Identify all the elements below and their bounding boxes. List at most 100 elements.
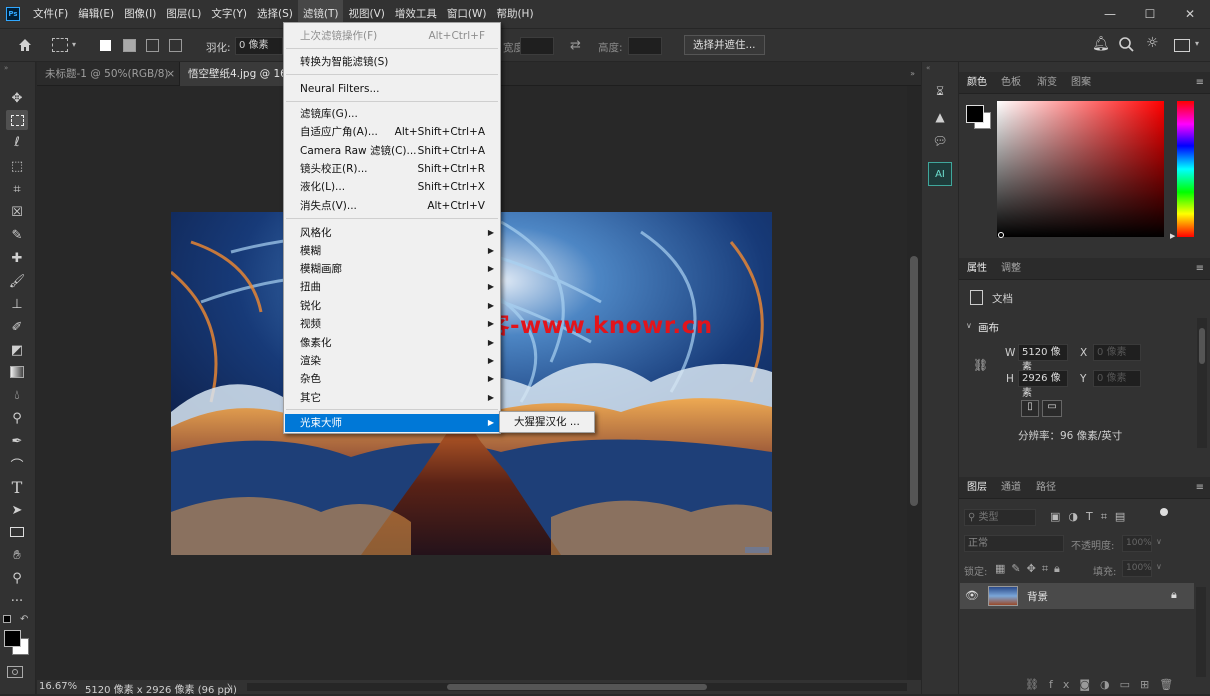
add-selection-icon[interactable] <box>123 39 136 52</box>
select-and-mask-button[interactable]: 选择并遮住... <box>684 35 765 55</box>
chevron-down-icon[interactable]: ▾ <box>72 40 76 49</box>
history-panel-icon[interactable]: ⏳︎ <box>930 82 950 100</box>
menu-layer[interactable]: 图层(L) <box>161 0 206 28</box>
lock-icons[interactable]: ▦✎✥⌗🔒︎ <box>995 562 1066 576</box>
tab-layers[interactable]: 图层 <box>967 477 987 499</box>
menu-item-beam-master[interactable]: 光束大师 ▶ <box>285 414 499 432</box>
path-select-tool-icon[interactable]: ➤ <box>6 500 28 520</box>
menu-item-camera-raw[interactable]: Camera Raw 滤镜(C)... Shift+Ctrl+A <box>285 142 499 160</box>
height-input[interactable] <box>628 37 662 55</box>
panel-menu-icon[interactable]: ≡ <box>1196 72 1204 94</box>
tab-patterns[interactable]: 图案 <box>1071 72 1091 94</box>
menu-item-noise[interactable]: 杂色 ▶ <box>285 370 499 388</box>
filter-toggle-icon[interactable] <box>1160 508 1168 516</box>
subtract-selection-icon[interactable] <box>146 39 159 52</box>
opacity-chevron-icon[interactable]: ∨ <box>1156 537 1162 546</box>
workspace-icon[interactable] <box>1174 39 1190 52</box>
layer-filter-icons[interactable]: ▣◑T⌗▤ <box>1050 510 1133 524</box>
tab-properties[interactable]: 属性 <box>967 258 987 280</box>
hand-tool-icon[interactable]: ✋︎ <box>6 545 28 565</box>
new-selection-icon[interactable] <box>100 40 111 51</box>
menu-item-video[interactable]: 视频 ▶ <box>285 315 499 333</box>
y-field[interactable]: 0 像素 <box>1093 370 1141 387</box>
portrait-icon[interactable]: ▯ <box>1021 400 1039 417</box>
menu-item-filter-gallery[interactable]: 滤镜库(G)... <box>285 105 499 123</box>
layer-actions-icons[interactable]: ⛓fx◙◑▭⊞🗑︎ <box>1025 678 1183 691</box>
pen-tool-icon[interactable]: ✒ <box>6 431 28 451</box>
panel-menu-icon[interactable]: ≡ <box>1196 477 1204 499</box>
width-field[interactable]: 5120 像素 <box>1018 344 1068 373</box>
lasso-tool-icon[interactable]: ℓ <box>6 132 28 152</box>
brush-tool-icon[interactable]: 🖌︎ <box>6 271 28 291</box>
menu-file[interactable]: 文件(F) <box>28 0 73 28</box>
minimize-button[interactable]: — <box>1090 0 1130 28</box>
close-button[interactable]: ✕ <box>1170 0 1210 28</box>
eraser-tool-icon[interactable]: ◩ <box>6 340 28 360</box>
color-picker-cursor[interactable] <box>998 232 1004 238</box>
tab-color[interactable]: 颜色 <box>967 72 987 94</box>
foreground-color-swatch[interactable] <box>4 630 21 647</box>
history-brush-tool-icon[interactable]: ✐ <box>6 317 28 337</box>
menu-item-liquify[interactable]: 液化(L)... Shift+Ctrl+X <box>285 178 499 196</box>
menu-item-distort[interactable]: 扭曲 ▶ <box>285 278 499 296</box>
menu-image[interactable]: 图像(I) <box>119 0 161 28</box>
tab-wukong[interactable]: 悟空壁纸4.jpg @ 16.7%(RGB/8) <box>180 62 290 86</box>
tab-gradients[interactable]: 渐变 <box>1037 72 1057 94</box>
status-arrow[interactable]: 〉 <box>227 680 237 695</box>
marquee-tool-icon[interactable] <box>6 110 28 130</box>
maximize-button[interactable]: ☐ <box>1130 0 1170 28</box>
bell-icon[interactable]: 🔔︎ <box>1092 36 1110 52</box>
hue-slider[interactable] <box>1177 101 1194 237</box>
pen-tool-2-icon[interactable]: ⌒ <box>6 454 28 474</box>
menu-edit[interactable]: 编辑(E) <box>73 0 119 28</box>
blend-mode-select[interactable]: 正常 <box>964 535 1064 552</box>
rectangle-tool-icon[interactable] <box>6 522 28 542</box>
submenu-item-gorilla-localization[interactable]: 大猩猩汉化 ... <box>499 411 595 433</box>
more-tools-icon[interactable]: ··· <box>6 591 28 611</box>
fg-color-swatch[interactable] <box>966 105 984 123</box>
menu-item-convert-smart-filter[interactable]: 转换为智能滤镜(S) <box>285 53 499 71</box>
opacity-input[interactable]: 100% <box>1122 535 1152 552</box>
collapse-icon[interactable]: » <box>4 64 8 72</box>
panel-menu-icon[interactable]: ≡ <box>1196 258 1204 280</box>
tab-swatches[interactable]: 色板 <box>1001 72 1021 94</box>
eyedropper-tool-icon[interactable]: ✎ <box>6 225 28 245</box>
eye-icon[interactable]: 👁︎ <box>965 589 979 602</box>
menu-item-adaptive-wide-angle[interactable]: 自适应广角(A)... Alt+Shift+Ctrl+A <box>285 123 499 141</box>
chevron-down-icon[interactable]: ∨ <box>966 321 972 330</box>
ai-plugin-icon[interactable]: AI <box>928 162 952 186</box>
search-icon[interactable] <box>1118 36 1134 55</box>
color-field[interactable] <box>997 101 1164 237</box>
comments-panel-icon[interactable]: 💬︎ <box>930 132 950 150</box>
tab-paths[interactable]: 路径 <box>1036 477 1056 499</box>
layer-row[interactable]: 👁︎ 背景 🔒︎ <box>960 583 1194 609</box>
lightbulb-icon[interactable]: ☼ <box>1146 35 1159 51</box>
vertical-scrollbar[interactable] <box>907 86 921 680</box>
stamp-tool-icon[interactable]: ⊥ <box>6 294 28 314</box>
layers-scrollbar[interactable] <box>1196 587 1206 677</box>
properties-scroll-thumb[interactable] <box>1199 328 1205 364</box>
swap-icon[interactable]: ⇄ <box>570 38 581 53</box>
tabs-overflow-icon[interactable]: » <box>910 62 915 86</box>
zoom-level[interactable]: 16.67% <box>39 681 77 692</box>
menu-item-last-filter[interactable]: 上次滤镜操作(F) Alt+Ctrl+F <box>285 27 499 45</box>
menu-item-sharpen[interactable]: 锐化 ▶ <box>285 297 499 315</box>
menu-item-vanishing-point[interactable]: 消失点(V)... Alt+Ctrl+V <box>285 197 499 215</box>
layer-kind-filter[interactable]: ⚲ 类型 <box>964 509 1036 526</box>
move-tool-icon[interactable]: ✥ <box>6 88 28 108</box>
horizontal-scroll-thumb[interactable] <box>447 684 707 690</box>
intersect-selection-icon[interactable] <box>169 39 182 52</box>
tab-channels[interactable]: 通道 <box>1001 477 1021 499</box>
menu-item-stylize[interactable]: 风格化 ▶ <box>285 224 499 242</box>
quick-mask-icon[interactable] <box>7 666 23 678</box>
object-select-tool-icon[interactable]: ⬚ <box>6 156 28 176</box>
swap-colors-icon[interactable]: ↶ <box>20 614 28 625</box>
landscape-icon[interactable]: ▭ <box>1042 400 1062 417</box>
hue-slider-handle-icon[interactable]: ▶ <box>1170 232 1175 240</box>
fill-input[interactable]: 100% <box>1122 560 1152 577</box>
fill-chevron-icon[interactable]: ∨ <box>1156 562 1162 571</box>
tab-adjustments[interactable]: 调整 <box>1001 258 1021 280</box>
frame-tool-icon[interactable]: ☒ <box>6 202 28 222</box>
adjustments-panel-icon[interactable]: ▲ <box>930 108 950 126</box>
width-input[interactable] <box>520 37 554 55</box>
